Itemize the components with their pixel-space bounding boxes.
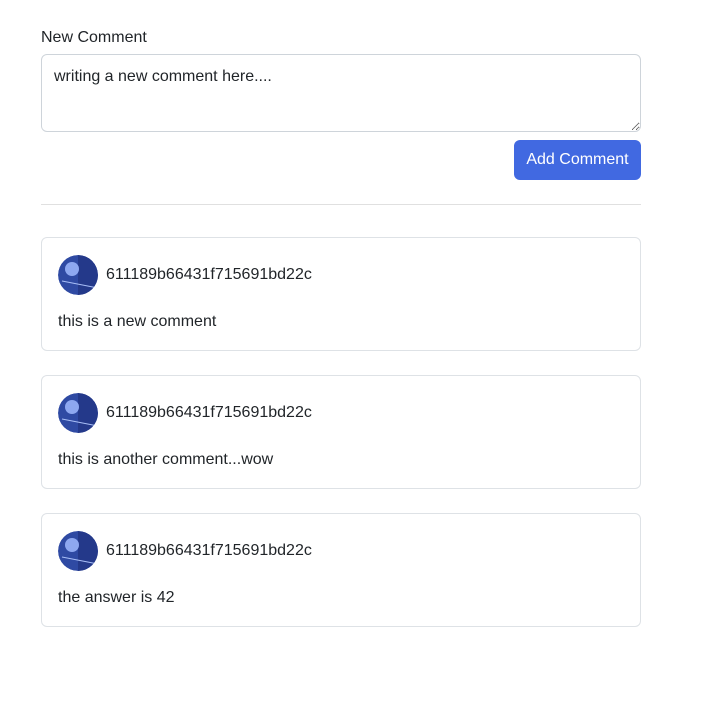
user-avatar-icon: [58, 254, 98, 295]
add-comment-button[interactable]: Add Comment: [514, 140, 641, 180]
new-comment-textarea[interactable]: writing a new comment here....: [41, 54, 641, 132]
user-avatar-icon: [58, 530, 98, 571]
comment-text: the answer is 42: [58, 589, 175, 606]
comment-card: 611189b66431f715691bd22c this is a new c…: [41, 237, 641, 351]
comment-card: 611189b66431f715691bd22c the answer is 4…: [41, 513, 641, 627]
comment-text: this is a new comment: [58, 313, 217, 330]
new-comment-label: New Comment: [41, 29, 147, 46]
user-avatar-icon: [58, 392, 98, 433]
comment-author: 611189b66431f715691bd22c: [106, 265, 312, 283]
comment-author: 611189b66431f715691bd22c: [106, 541, 312, 559]
comment-header: 611189b66431f715691bd22c: [58, 254, 624, 295]
comment-author: 611189b66431f715691bd22c: [106, 403, 312, 421]
comments-section: New Comment writing a new comment here..…: [41, 28, 641, 651]
comment-header: 611189b66431f715691bd22c: [58, 530, 624, 571]
comment-header: 611189b66431f715691bd22c: [58, 392, 624, 433]
comment-card: 611189b66431f715691bd22c this is another…: [41, 375, 641, 489]
comment-text: this is another comment...wow: [58, 451, 274, 468]
form-actions: Add Comment: [41, 140, 641, 180]
comment-list: 611189b66431f715691bd22c this is a new c…: [41, 237, 641, 627]
divider: [41, 204, 641, 205]
